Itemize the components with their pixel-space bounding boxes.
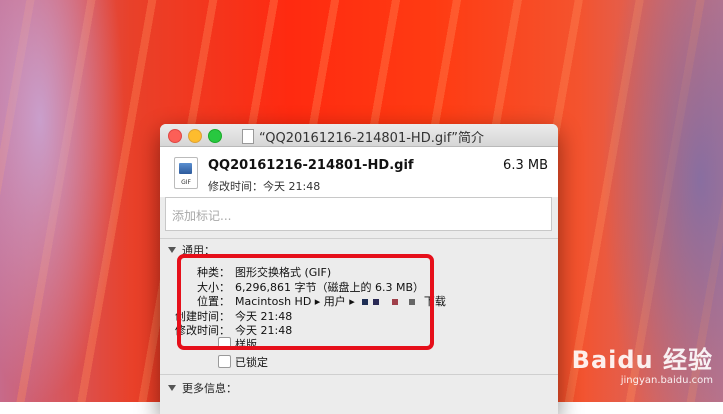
document-icon — [242, 129, 254, 144]
locked-label: 已锁定 — [235, 356, 268, 369]
annotation-highlight-box — [177, 254, 434, 350]
tags-input[interactable] — [166, 198, 551, 230]
disclosure-triangle-icon[interactable] — [168, 247, 176, 253]
close-button[interactable] — [168, 129, 182, 143]
section-divider — [160, 374, 558, 375]
watermark-brand: Baidu 经验 — [571, 346, 713, 374]
file-header: GIF QQ20161216-214801-HD.gif 修改时间：今天 21:… — [160, 147, 558, 197]
window-title: “QQ20161216-214801-HD.gif”简介 — [242, 127, 484, 146]
disclosure-triangle-icon[interactable] — [168, 385, 176, 391]
more-info-section-header[interactable]: 更多信息： — [168, 380, 237, 396]
more-info-header-label: 更多信息： — [182, 382, 237, 395]
window-title-text: “QQ20161216-214801-HD.gif”简介 — [259, 131, 485, 146]
file-name: QQ20161216-214801-HD.gif — [208, 158, 414, 173]
image-icon — [179, 163, 192, 174]
file-type-tag: GIF — [181, 179, 191, 186]
gif-file-icon: GIF — [174, 157, 198, 189]
minimize-button[interactable] — [188, 129, 202, 143]
title-bar[interactable]: “QQ20161216-214801-HD.gif”简介 — [160, 124, 558, 147]
section-divider — [160, 238, 558, 239]
file-modified: 修改时间：今天 21:48 — [208, 180, 321, 193]
watermark-url: jingyan.baidu.com — [620, 375, 713, 386]
file-size: 6.3 MB — [503, 158, 548, 173]
baidu-watermark: Baidu 经验 jingyan.baidu.com — [572, 340, 713, 386]
tags-field[interactable] — [165, 197, 552, 231]
zoom-button[interactable] — [208, 129, 222, 143]
locked-checkbox[interactable] — [218, 355, 231, 368]
